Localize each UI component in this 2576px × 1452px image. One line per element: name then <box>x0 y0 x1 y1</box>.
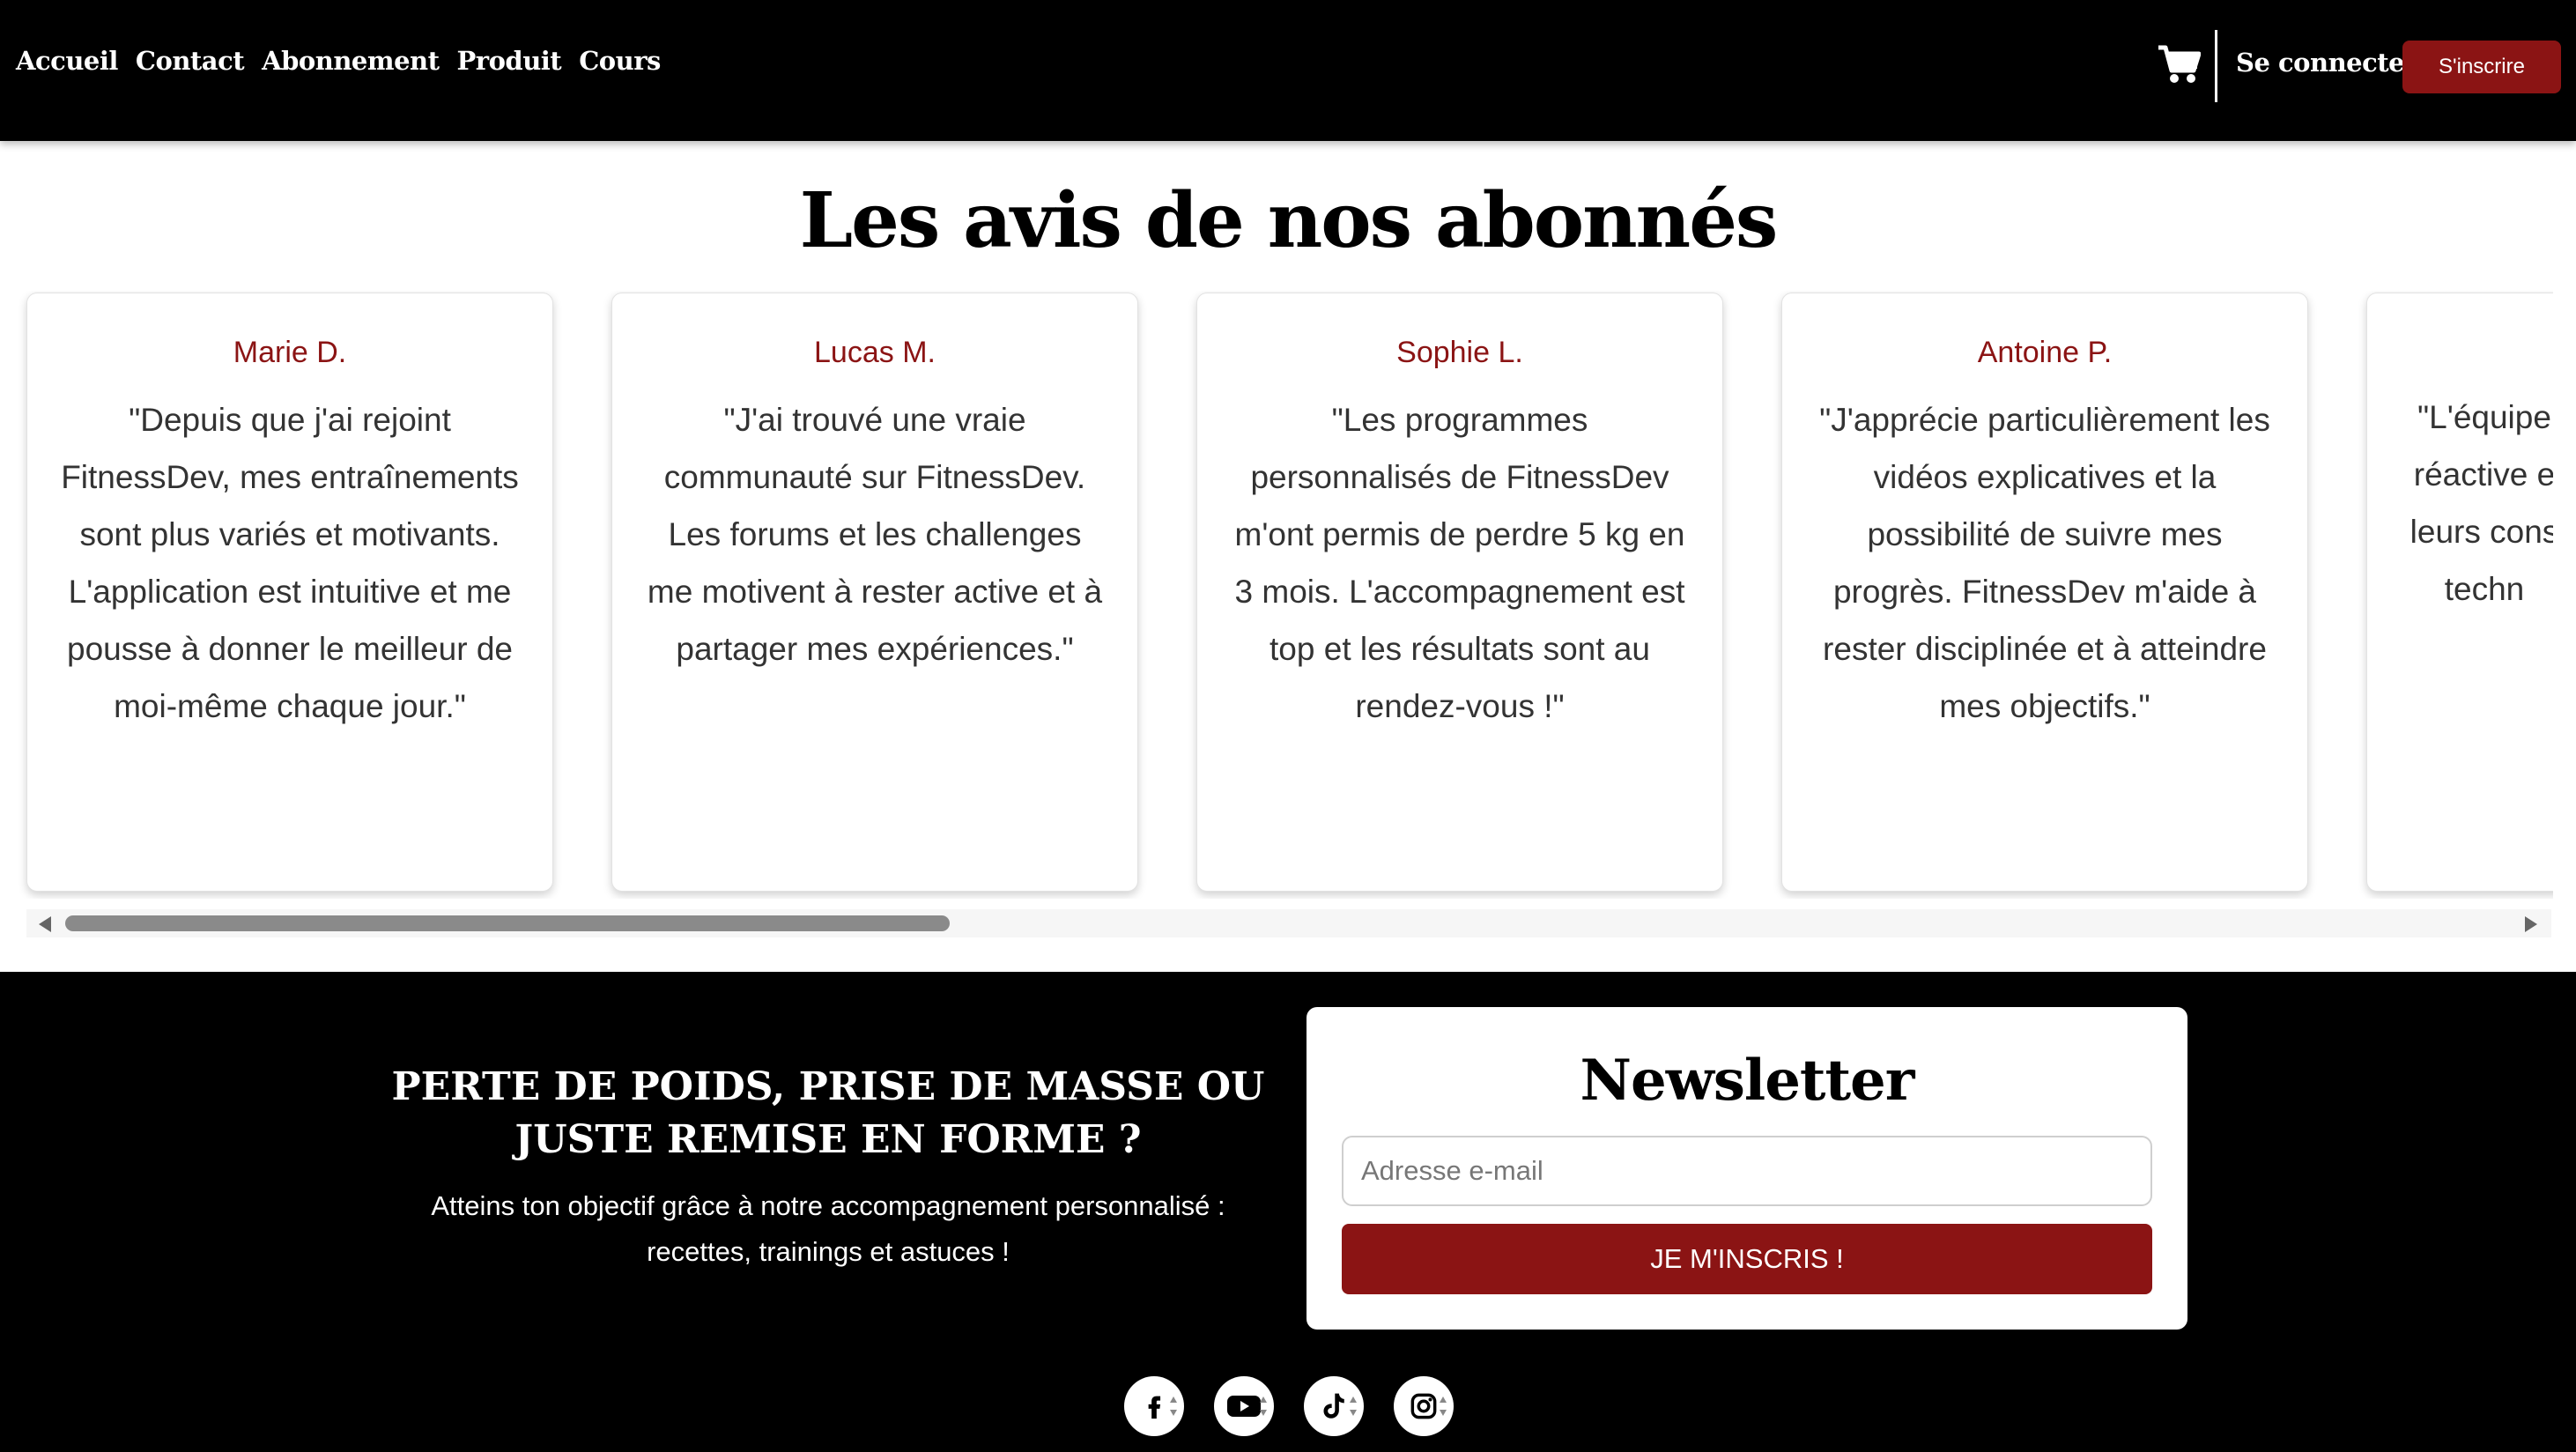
review-text: "Depuis que j'ai rejoint FitnessDev, mes… <box>61 402 519 724</box>
review-author: Sophie L. <box>1396 336 1523 369</box>
review-card: Lucas M. "J'ai trouvé une vraie communau… <box>611 293 1138 892</box>
newsletter-title: Newsletter <box>1580 1048 1915 1114</box>
review-text: "L'équipe réactive e leurs cons techn <box>2409 399 2553 607</box>
scroll-left-icon[interactable] <box>39 916 51 932</box>
nav-link-abonnement[interactable]: Abonnement <box>262 46 440 76</box>
header-divider <box>2215 30 2217 102</box>
facebook-link[interactable] <box>1124 1376 1184 1436</box>
shopping-cart-icon[interactable] <box>2157 44 2202 85</box>
signup-button[interactable]: S'inscrire <box>2402 41 2561 93</box>
main-nav: Accueil Contact Abonnement Produit Cours <box>16 46 661 76</box>
review-text: "J'apprécie particulièrement les vidéos … <box>1819 402 2270 724</box>
youtube-icon <box>1227 1396 1261 1417</box>
promo-title: PERTE DE POIDS, PRISE DE MASSE OU JUSTE … <box>391 1064 1265 1162</box>
scroll-right-icon[interactable] <box>2525 916 2537 932</box>
stepper-icon <box>1440 1396 1447 1416</box>
review-card: Sophie L. "Les programmes personnalisés … <box>1196 293 1723 892</box>
login-link[interactable]: Se connecter <box>2236 48 2417 78</box>
instagram-icon <box>1410 1393 1437 1419</box>
review-card: "L'équipe réactive e leurs cons techn <box>2366 293 2553 892</box>
stepper-icon <box>1170 1396 1177 1416</box>
review-author: Lucas M. <box>814 336 936 369</box>
facebook-icon <box>1148 1396 1161 1419</box>
reviews-carousel[interactable]: Marie D. "Depuis que j'ai rejoint Fitnes… <box>0 291 2553 899</box>
social-links <box>1124 1376 1454 1436</box>
stepper-icon <box>1260 1396 1267 1416</box>
nav-link-cours[interactable]: Cours <box>579 46 661 76</box>
review-card: Marie D. "Depuis que j'ai rejoint Fitnes… <box>26 293 553 892</box>
review-text: "Les programmes personnalisés de Fitness… <box>1234 402 1685 724</box>
nav-link-produit[interactable]: Produit <box>457 46 562 76</box>
reviews-title: Les avis de nos abonnés <box>799 176 1779 265</box>
review-author: Antoine P. <box>1977 336 2113 369</box>
nav-link-contact[interactable]: Contact <box>136 46 245 76</box>
review-text: "J'ai trouvé une vraie communauté sur Fi… <box>647 402 1103 667</box>
email-field[interactable] <box>1342 1136 2152 1206</box>
promo-text: Atteins ton objectif grâce à notre accom… <box>431 1190 1225 1267</box>
tiktok-link[interactable] <box>1304 1376 1364 1436</box>
tiktok-icon <box>1323 1393 1344 1419</box>
youtube-link[interactable] <box>1214 1376 1274 1436</box>
newsletter-card: Newsletter JE M'INSCRIS ! <box>1307 1007 2187 1330</box>
stepper-icon <box>1350 1396 1357 1416</box>
review-author: Marie D. <box>233 336 347 369</box>
carousel-scrollbar[interactable] <box>26 909 2551 937</box>
scrollbar-thumb[interactable] <box>65 915 950 931</box>
instagram-link[interactable] <box>1394 1376 1454 1436</box>
newsletter-submit-button[interactable]: JE M'INSCRIS ! <box>1342 1224 2152 1294</box>
top-navbar: Accueil Contact Abonnement Produit Cours… <box>0 0 2576 141</box>
review-card: Antoine P. "J'apprécie particulièrement … <box>1781 293 2308 892</box>
nav-link-accueil[interactable]: Accueil <box>16 46 118 76</box>
